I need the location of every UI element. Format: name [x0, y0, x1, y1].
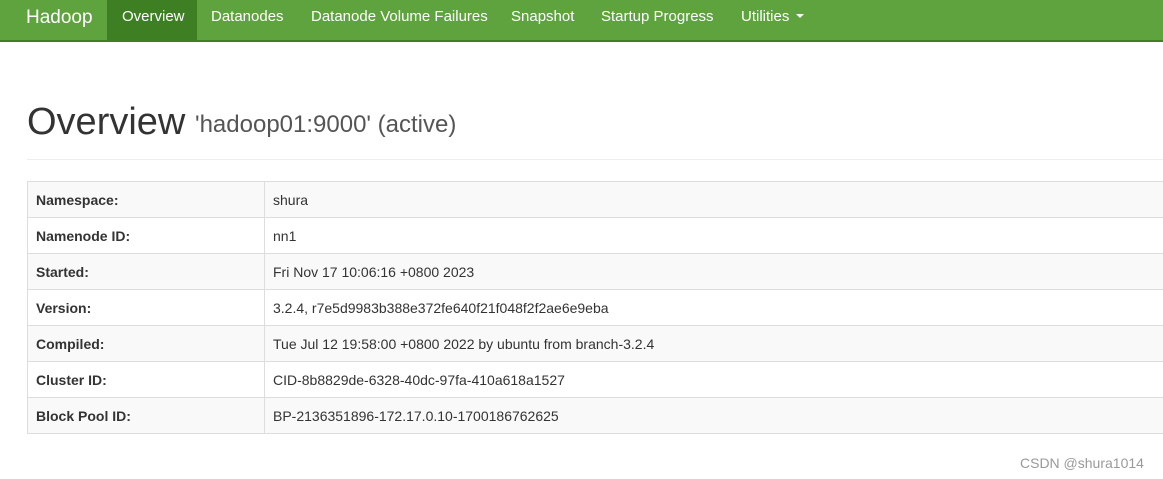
nav-snapshot[interactable]: Snapshot [497, 0, 587, 40]
namenode-id-label: Namenode ID: [27, 217, 265, 254]
table-row: Namenode ID: nn1 [27, 217, 1163, 254]
cluster-id-value: CID-8b8829de-6328-40dc-97fa-410a618a1527 [264, 361, 1163, 398]
started-label: Started: [27, 253, 265, 290]
watermark: CSDN @shura1014 [1020, 455, 1144, 471]
namespace-value: shura [264, 181, 1163, 218]
page-title: Overview [27, 101, 186, 143]
compiled-value: Tue Jul 12 19:58:00 +0800 2022 by ubuntu… [264, 325, 1163, 362]
table-row: Started: Fri Nov 17 10:06:16 +0800 2023 [27, 253, 1163, 290]
version-label: Version: [27, 289, 265, 326]
nav-utilities-label: Utilities [741, 8, 790, 25]
compiled-label: Compiled: [27, 325, 265, 362]
page-subtitle: 'hadoop01:9000' (active) [195, 111, 457, 138]
nav-datanodes[interactable]: Datanodes [197, 0, 297, 40]
namenode-id-value: nn1 [264, 217, 1163, 254]
nav-datanode-volume-failures[interactable]: Datanode Volume Failures [297, 0, 497, 40]
cluster-id-label: Cluster ID: [27, 361, 265, 398]
table-row: Version: 3.2.4, r7e5d9983b388e372fe640f2… [27, 289, 1163, 326]
top-navbar: Hadoop Overview Datanodes Datanode Volum… [0, 0, 1163, 42]
started-value: Fri Nov 17 10:06:16 +0800 2023 [264, 253, 1163, 290]
table-row: Compiled: Tue Jul 12 19:58:00 +0800 2022… [27, 325, 1163, 362]
block-pool-id-value: BP-2136351896-172.17.0.10-1700186762625 [264, 397, 1163, 434]
block-pool-id-label: Block Pool ID: [27, 397, 265, 434]
brand-logo[interactable]: Hadoop [0, 0, 107, 40]
nav-startup-progress[interactable]: Startup Progress [587, 0, 727, 40]
table-row: Block Pool ID: BP-2136351896-172.17.0.10… [27, 397, 1163, 434]
overview-info-table: Namespace: shura Namenode ID: nn1 Starte… [27, 181, 1163, 434]
version-value: 3.2.4, r7e5d9983b388e372fe640f21f048f2f2… [264, 289, 1163, 326]
nav-overview[interactable]: Overview [107, 0, 197, 40]
caret-down-icon [796, 14, 805, 19]
table-row: Namespace: shura [27, 181, 1163, 218]
table-row: Cluster ID: CID-8b8829de-6328-40dc-97fa-… [27, 361, 1163, 398]
page-header: Overview 'hadoop01:9000' (active) [27, 96, 1163, 160]
nav-utilities-dropdown[interactable]: Utilities [727, 0, 827, 40]
namespace-label: Namespace: [27, 181, 265, 218]
